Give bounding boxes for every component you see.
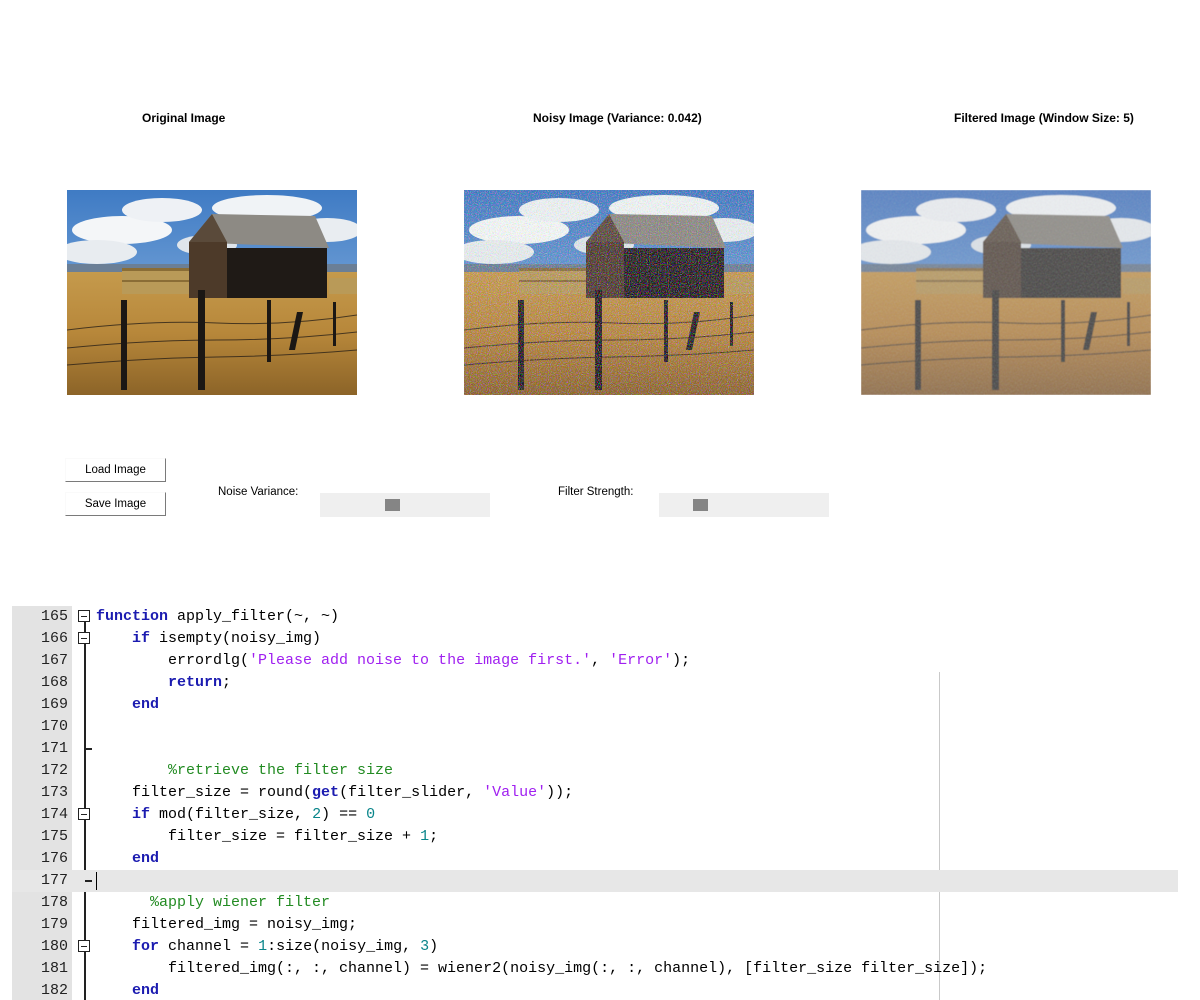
- fold-end-marker-icon: [85, 748, 92, 750]
- code-editor[interactable]: 165 function apply_filter(~, ~) 166 if ise…: [12, 606, 1178, 1000]
- code-line[interactable]: 172 %retrieve the filter size: [12, 760, 1178, 782]
- code-line[interactable]: 180 for channel = 1:size(noisy_img, 3): [12, 936, 1178, 958]
- code-text: if mod(filter_size, 2) == 0: [132, 806, 376, 823]
- code-text: end: [132, 982, 160, 999]
- line-number: 165: [40, 608, 68, 625]
- noise-variance-slider[interactable]: [320, 493, 490, 517]
- line-number: 177: [40, 872, 68, 889]
- line-number: 180: [40, 938, 68, 955]
- code-line[interactable]: 170: [12, 716, 1178, 738]
- line-number: 178: [40, 894, 68, 911]
- code-line[interactable]: 165 function apply_filter(~, ~): [12, 606, 1178, 628]
- code-line[interactable]: 168 return;: [12, 672, 1178, 694]
- save-image-button[interactable]: Save Image: [65, 492, 166, 516]
- code-line[interactable]: 177: [12, 870, 1178, 892]
- code-text: function apply_filter(~, ~): [96, 608, 340, 625]
- code-text: errordlg('Please add noise to the image …: [96, 652, 691, 669]
- fold-end-marker-icon: [85, 880, 92, 882]
- fold-toggle-icon[interactable]: [78, 808, 90, 820]
- noise-variance-label: Noise Variance:: [218, 486, 299, 498]
- line-number: 170: [40, 718, 68, 735]
- code-text: filter_size = filter_size + 1;: [96, 828, 439, 845]
- fold-toggle-icon[interactable]: [78, 610, 90, 622]
- code-line[interactable]: 174 if mod(filter_size, 2) == 0: [12, 804, 1178, 826]
- filtered-image-title: Filtered Image (Window Size: 5): [954, 111, 1134, 125]
- code-text: end: [132, 696, 160, 713]
- line-number: 167: [40, 652, 68, 669]
- code-text: filtered_img(:, :, channel) = wiener2(no…: [96, 960, 988, 977]
- filtered-image: [861, 190, 1151, 395]
- code-line[interactable]: 181 filtered_img(:, :, channel) = wiener…: [12, 958, 1178, 980]
- code-line[interactable]: 166 if isempty(noisy_img): [12, 628, 1178, 650]
- line-number: 175: [40, 828, 68, 845]
- line-number: 176: [40, 850, 68, 867]
- code-line[interactable]: 178 %apply wiener filter: [12, 892, 1178, 914]
- line-number: 168: [40, 674, 68, 691]
- code-text: return;: [168, 674, 232, 691]
- line-number: 171: [40, 740, 68, 757]
- code-line[interactable]: 175 filter_size = filter_size + 1;: [12, 826, 1178, 848]
- line-number: 169: [40, 696, 68, 713]
- code-line[interactable]: 182 end: [12, 980, 1178, 1000]
- code-line[interactable]: 173 filter_size = round(get(filter_slide…: [12, 782, 1178, 804]
- noisy-image-title: Noisy Image (Variance: 0.042): [533, 111, 702, 125]
- code-text: if isempty(noisy_img): [132, 630, 322, 647]
- code-line[interactable]: 176 end: [12, 848, 1178, 870]
- line-number: 174: [40, 806, 68, 823]
- filter-strength-slider[interactable]: [659, 493, 829, 517]
- code-line[interactable]: 179 filtered_img = noisy_img;: [12, 914, 1178, 936]
- code-line[interactable]: 167 errordlg('Please add noise to the im…: [12, 650, 1178, 672]
- original-image: [67, 190, 357, 395]
- line-number: 166: [40, 630, 68, 647]
- filter-strength-label: Filter Strength:: [558, 486, 634, 498]
- code-text: for channel = 1:size(noisy_img, 3): [132, 938, 439, 955]
- noise-variance-slider-thumb[interactable]: [385, 499, 400, 511]
- code-line[interactable]: 171: [12, 738, 1178, 760]
- line-number: 179: [40, 916, 68, 933]
- code-text: end: [132, 850, 160, 867]
- code-line[interactable]: 169 end: [12, 694, 1178, 716]
- line-number: 181: [40, 960, 68, 977]
- code-text: filter_size = round(get(filter_slider, '…: [96, 784, 574, 801]
- load-image-button[interactable]: Load Image: [65, 458, 166, 482]
- fold-toggle-icon[interactable]: [78, 940, 90, 952]
- noisy-image: [464, 190, 754, 395]
- line-number: 182: [40, 982, 68, 999]
- filter-strength-slider-thumb[interactable]: [693, 499, 708, 511]
- code-text: filtered_img = noisy_img;: [96, 916, 358, 933]
- original-image-title: Original Image: [142, 111, 226, 125]
- fold-toggle-icon[interactable]: [78, 632, 90, 644]
- line-number: 173: [40, 784, 68, 801]
- text-cursor: [96, 872, 97, 890]
- code-text: %retrieve the filter size: [168, 762, 394, 779]
- code-text: %apply wiener filter: [150, 894, 331, 911]
- line-number: 172: [40, 762, 68, 779]
